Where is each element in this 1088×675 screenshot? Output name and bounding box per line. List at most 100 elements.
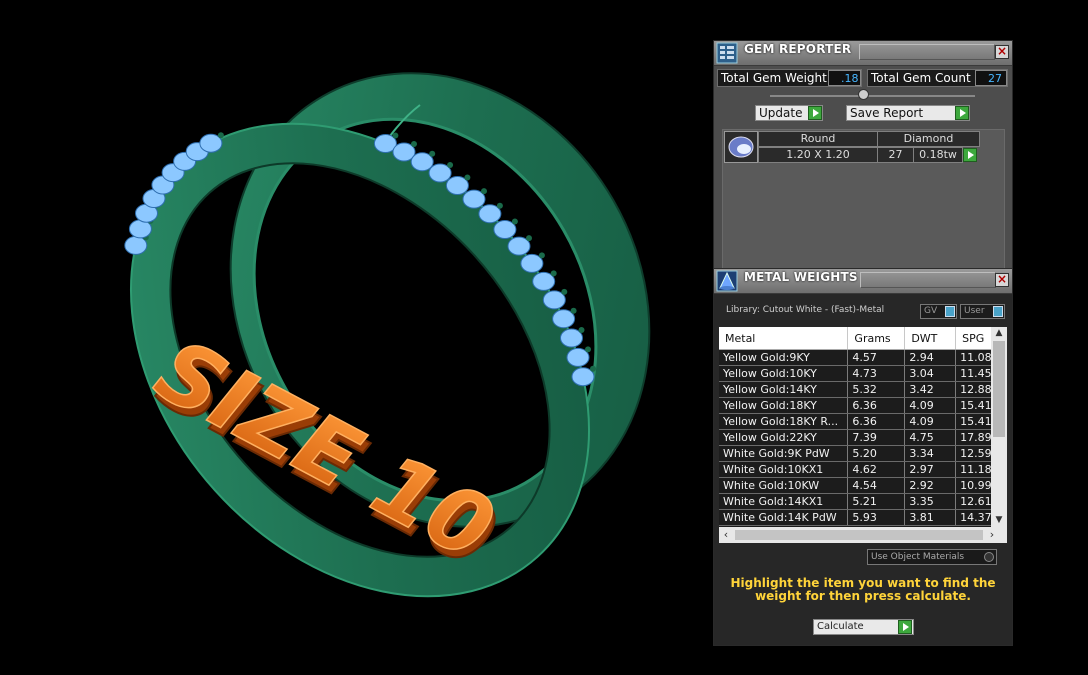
cell-metal[interactable]: Yellow Gold:18KY	[719, 397, 849, 414]
use-object-materials-radio[interactable]	[984, 552, 994, 562]
cell-grams[interactable]: 5.20	[847, 445, 906, 462]
cell-grams[interactable]: 5.93	[847, 509, 906, 526]
table-vertical-scrollbar[interactable]: ▲ ▼	[991, 327, 1007, 527]
cell-grams[interactable]: 5.21	[847, 493, 906, 510]
save-report-button[interactable]: Save Report	[846, 105, 970, 121]
prong	[411, 141, 417, 147]
table-row[interactable]: White Gold:9K PdW 5.20 3.34 12.59	[719, 445, 1007, 462]
use-object-materials-option[interactable]: Use Object Materials	[867, 549, 997, 565]
save-report-play-icon[interactable]	[955, 106, 969, 120]
toggle-knob-icon	[945, 306, 955, 317]
column-header-dwt[interactable]: DWT	[904, 327, 957, 350]
cell-dwt[interactable]: 3.04	[904, 365, 957, 382]
total-gem-count-label: Total Gem Count	[871, 71, 971, 85]
total-gem-weight-value: .18	[828, 70, 861, 86]
gv-toggle-label: GV	[924, 306, 938, 316]
cell-metal[interactable]: White Gold:10KW	[719, 477, 849, 494]
cell-grams[interactable]: 4.62	[847, 461, 906, 478]
total-gem-weight-label: Total Gem Weight	[721, 71, 827, 85]
table-row[interactable]: Yellow Gold:22KY 7.39 4.75 17.89	[719, 429, 1007, 446]
table-horizontal-scrollbar[interactable]: ‹ ›	[719, 527, 1007, 543]
use-object-materials-label: Use Object Materials	[871, 552, 965, 562]
prong	[217, 132, 224, 139]
table-row[interactable]: Yellow Gold:14KY 5.32 3.42 12.88	[719, 381, 1007, 398]
metal-weights-titlebar[interactable]: METAL WEIGHTS ×	[714, 269, 1012, 294]
cell-metal[interactable]: White Gold:14KX1	[719, 493, 849, 510]
cell-dwt[interactable]: 4.75	[904, 429, 957, 446]
cell-dwt[interactable]: 4.09	[904, 413, 957, 430]
cell-dwt[interactable]: 2.94	[904, 349, 957, 366]
calculate-label: Calculate	[817, 621, 864, 632]
instruction-text: Highlight the item you want to find the …	[730, 576, 996, 603]
metal-table-container: Metal Grams DWT SPG Yellow Gold:9KY 4.57 2…	[719, 327, 1007, 527]
table-row[interactable]: White Gold:10KW 4.54 2.92 10.99	[719, 477, 1007, 494]
close-icon[interactable]: ×	[995, 273, 1009, 287]
cell-metal[interactable]: Yellow Gold:14KY	[719, 381, 849, 398]
cell-grams[interactable]: 7.39	[847, 429, 906, 446]
prong	[578, 327, 585, 333]
cell-grams[interactable]: 6.36	[847, 413, 906, 430]
metal-table: Metal Grams DWT SPG Yellow Gold:9KY 4.57 2…	[719, 327, 1007, 526]
prong	[590, 365, 596, 372]
table-row[interactable]: Yellow Gold:18KY R... 6.36 4.09 15.41	[719, 413, 1007, 430]
gem-count-cell[interactable]: 27	[877, 147, 914, 163]
user-toggle[interactable]: User	[960, 304, 1005, 319]
cell-grams[interactable]: 4.57	[847, 349, 906, 366]
gem-row-play-icon[interactable]	[963, 148, 977, 162]
table-row[interactable]: White Gold:14KX1 5.21 3.35 12.61	[719, 493, 1007, 510]
gem-material-cell[interactable]: Diamond	[877, 131, 980, 147]
scroll-down-icon[interactable]: ▼	[991, 514, 1007, 527]
cell-grams[interactable]: 5.32	[847, 381, 906, 398]
cell-metal[interactable]: White Gold:14K PdW	[719, 509, 849, 526]
prong	[570, 307, 577, 314]
gem-reporter-titlebar[interactable]: GEM REPORTER ×	[714, 41, 1012, 66]
vertical-scroll-thumb[interactable]	[993, 341, 1005, 437]
cell-grams[interactable]: 4.54	[847, 477, 906, 494]
gem-shape-cell[interactable]: Round	[758, 131, 878, 147]
prong	[511, 218, 518, 225]
cell-dwt[interactable]: 3.81	[904, 509, 957, 526]
scroll-up-icon[interactable]: ▲	[991, 327, 1007, 340]
scroll-right-icon[interactable]: ›	[985, 527, 999, 543]
scroll-left-icon[interactable]: ‹	[719, 527, 733, 543]
3d-viewport[interactable]: SIZE 10 SIZE 10	[0, 0, 700, 675]
cell-dwt[interactable]: 4.09	[904, 397, 957, 414]
metal-weights-icon	[716, 270, 738, 292]
column-header-grams[interactable]: Grams	[847, 327, 906, 350]
cell-grams[interactable]: 6.36	[847, 397, 906, 414]
calculate-play-icon[interactable]	[898, 620, 912, 634]
table-row[interactable]: Yellow Gold:9KY 4.57 2.94 11.08	[719, 349, 1007, 366]
round-diamond-icon[interactable]	[724, 131, 758, 163]
cell-dwt[interactable]: 3.35	[904, 493, 957, 510]
gem-reporter-title: GEM REPORTER	[744, 42, 852, 56]
gem-weight-cell[interactable]: 0.18tw	[913, 147, 963, 163]
column-header-metal[interactable]: Metal	[719, 327, 849, 350]
metal-weights-title: METAL WEIGHTS	[744, 270, 858, 284]
cell-metal[interactable]: White Gold:10KX1	[719, 461, 849, 478]
cell-dwt[interactable]: 3.42	[904, 381, 957, 398]
table-row[interactable]: White Gold:14K PdW 5.93 3.81 14.37	[719, 509, 1007, 526]
cell-metal[interactable]: Yellow Gold:9KY	[719, 349, 849, 366]
prong	[392, 132, 399, 139]
cell-metal[interactable]: Yellow Gold:18KY R...	[719, 413, 849, 430]
prong	[526, 235, 532, 242]
gem-slider-handle[interactable]	[858, 89, 869, 100]
gem-slider-track[interactable]	[770, 95, 975, 97]
prong	[496, 202, 503, 209]
update-play-icon[interactable]	[808, 106, 822, 120]
table-row[interactable]: Yellow Gold:10KY 4.73 3.04 11.45	[719, 365, 1007, 382]
prong	[447, 162, 454, 168]
gv-toggle[interactable]: GV	[920, 304, 957, 319]
horizontal-scroll-thumb[interactable]	[735, 530, 983, 540]
cell-metal[interactable]: White Gold:9K PdW	[719, 445, 849, 462]
close-icon[interactable]: ×	[995, 45, 1009, 59]
cell-dwt[interactable]: 2.97	[904, 461, 957, 478]
cell-metal[interactable]: Yellow Gold:10KY	[719, 365, 849, 382]
gem-size-cell[interactable]: 1.20 X 1.20	[758, 147, 878, 163]
cell-dwt[interactable]: 2.92	[904, 477, 957, 494]
table-row[interactable]: Yellow Gold:18KY 6.36 4.09 15.41	[719, 397, 1007, 414]
cell-grams[interactable]: 4.73	[847, 365, 906, 382]
cell-dwt[interactable]: 3.34	[904, 445, 957, 462]
table-row[interactable]: White Gold:10KX1 4.62 2.97 11.18	[719, 461, 1007, 478]
cell-metal[interactable]: Yellow Gold:22KY	[719, 429, 849, 446]
